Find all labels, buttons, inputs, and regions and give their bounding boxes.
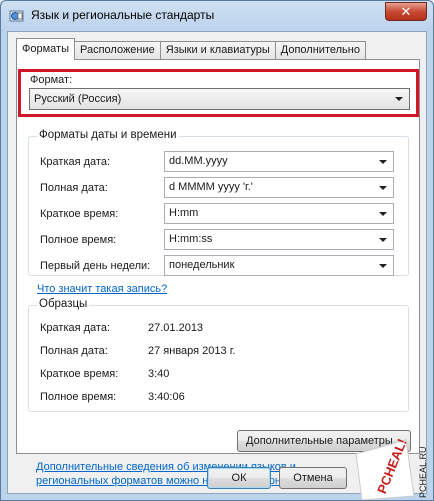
- sample-long-time-label: Полное время:: [40, 391, 117, 403]
- first-day-label: Первый день недели:: [40, 260, 151, 272]
- tab-keyboards[interactable]: Языки и клавиатуры: [159, 41, 276, 60]
- long-time-value: H:mm:ss: [169, 233, 213, 245]
- chevron-down-icon: [379, 186, 387, 190]
- long-date-label: Полная дата:: [40, 182, 108, 194]
- first-day-select[interactable]: понедельник: [164, 255, 394, 276]
- sample-short-date-label: Краткая дата:: [40, 322, 111, 334]
- chevron-down-icon: [395, 97, 403, 101]
- tab-administrative[interactable]: Дополнительно: [274, 41, 366, 60]
- datetime-group-title: Форматы даты и времени: [37, 129, 179, 141]
- sample-long-date-label: Полная дата:: [40, 345, 108, 357]
- ok-button[interactable]: ОК: [207, 467, 271, 489]
- sample-long-date-value: 27 января 2013 г.: [148, 345, 236, 357]
- format-select-value: Русский (Россия): [34, 93, 122, 105]
- format-label: Формат:: [30, 74, 73, 86]
- dialog-window: Язык и региональные стандарты ✕ Форматы …: [0, 0, 434, 501]
- samples-group: Образцы Краткая дата: 27.01.2013 Полная …: [28, 298, 409, 412]
- short-date-value: dd.MM.yyyy: [169, 155, 228, 167]
- tab-formats[interactable]: Форматы: [16, 38, 75, 60]
- long-time-select[interactable]: H:mm:ss: [164, 229, 394, 250]
- tab-location[interactable]: Расположение: [73, 41, 161, 60]
- datetime-group: Форматы даты и времени Краткая дата: dd.…: [28, 129, 409, 276]
- chevron-down-icon: [379, 160, 387, 164]
- dialog-client: Форматы Расположение Языки и клавиатуры …: [7, 31, 427, 494]
- first-day-value: понедельник: [169, 259, 235, 271]
- chevron-down-icon: [379, 238, 387, 242]
- short-time-label: Краткое время:: [40, 208, 119, 220]
- chevron-down-icon: [379, 264, 387, 268]
- sample-short-time-label: Краткое время:: [40, 368, 119, 380]
- sample-short-time-value: 3:40: [148, 368, 170, 380]
- chevron-down-icon: [379, 212, 387, 216]
- format-highlight-box: Формат: Русский (Россия): [18, 69, 419, 117]
- long-time-label: Полное время:: [40, 234, 117, 246]
- globe-clock-icon: [9, 9, 25, 23]
- sample-short-date-value: 27.01.2013: [148, 322, 204, 334]
- formats-panel: Формат: Русский (Россия) Форматы даты и …: [16, 59, 420, 454]
- tab-strip: Форматы Расположение Языки и клавиатуры …: [16, 38, 366, 60]
- long-date-value: d MMMM yyyy 'г.': [169, 181, 253, 193]
- watermark-side-text: PCHEAL.RU: [418, 446, 428, 498]
- pcheal-watermark: PCHEAL! PCHEAL.RU: [352, 436, 432, 501]
- notation-help-link[interactable]: Что значит такая запись?: [37, 283, 167, 295]
- short-date-label: Краткая дата:: [40, 156, 111, 168]
- window-title: Язык и региональные стандарты: [31, 8, 215, 22]
- format-select[interactable]: Русский (Россия): [29, 88, 410, 110]
- short-time-select[interactable]: H:mm: [164, 203, 394, 224]
- title-bar[interactable]: Язык и региональные стандарты ✕: [1, 1, 433, 31]
- long-date-select[interactable]: d MMMM yyyy 'г.': [164, 177, 394, 198]
- cancel-button[interactable]: Отмена: [279, 467, 347, 489]
- short-date-select[interactable]: dd.MM.yyyy: [164, 151, 394, 172]
- samples-group-title: Образцы: [37, 298, 90, 310]
- sample-long-time-value: 3:40:06: [148, 391, 185, 403]
- short-time-value: H:mm: [169, 207, 199, 219]
- close-button[interactable]: ✕: [385, 2, 427, 21]
